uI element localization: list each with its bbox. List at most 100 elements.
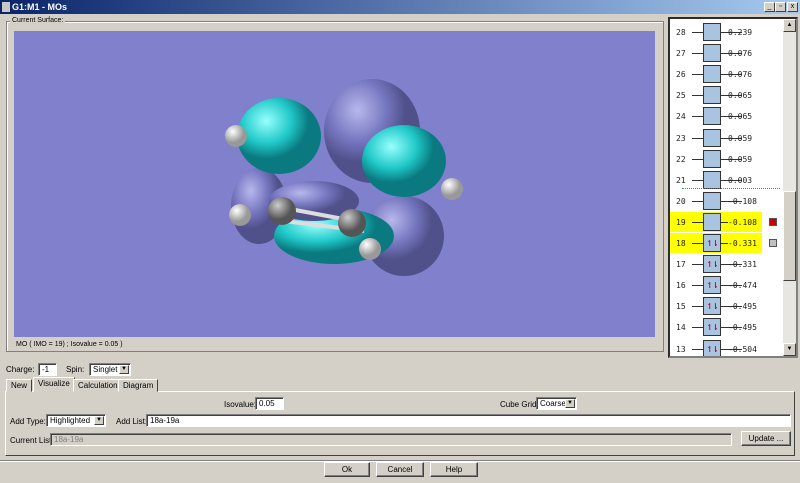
isovalue-input[interactable]: 0.05 (255, 397, 284, 410)
add-type-value: Highlighted (50, 416, 91, 425)
mo-row[interactable]: 26 0.076 (670, 64, 785, 84)
scroll-down-button[interactable]: ▼ (783, 343, 796, 356)
mo-list-scrollbar[interactable]: ▲ ▼ (783, 19, 796, 356)
spin-label: Spin: (66, 365, 85, 374)
divider (0, 460, 800, 461)
orbital-box (703, 191, 721, 210)
charge-input[interactable]: -1 (38, 363, 57, 376)
orbital-box: ↿⇂ (703, 255, 721, 274)
mo-number: 17 (676, 260, 686, 270)
mo-row[interactable]: 25 0.065 (670, 85, 785, 105)
mo-energy: 0.239 (728, 28, 753, 37)
mo-row[interactable]: 16 ↿⇂ -0.474 (670, 275, 785, 295)
mo-row[interactable]: 24 0.065 (670, 106, 785, 126)
mo-energy: -0.495 (728, 323, 757, 333)
scroll-thumb[interactable] (783, 191, 796, 281)
mo-energy: -0.504 (728, 344, 757, 354)
tab-calculation[interactable]: Calculation (73, 379, 123, 392)
cube-grid-value: Coarse (540, 399, 566, 408)
orbital-box (703, 44, 721, 63)
add-type-select[interactable]: Highlighted ▼ (46, 414, 106, 427)
mo-energy: -0.331 (728, 260, 757, 270)
scroll-up-button[interactable]: ▲ (783, 19, 796, 32)
mo-energy: 0.076 (728, 70, 753, 80)
mo-energy: -0.474 (728, 281, 757, 291)
add-type-label: Add Type: (10, 417, 46, 426)
cube-grid-select[interactable]: Coarse ▼ (536, 397, 577, 410)
minimize-button[interactable]: _ (764, 2, 775, 12)
mo-energy: 0.059 (728, 133, 753, 143)
surface-status: MO ( IMO = 19) ; Isovalue = 0.05 ) (16, 341, 123, 348)
maximize-button[interactable]: ▫ (775, 2, 786, 12)
molecule-viewport[interactable] (14, 31, 655, 337)
add-list-label: Add List: (116, 417, 148, 426)
surface-marker[interactable] (769, 239, 777, 247)
mo-energy: 0.003 (728, 175, 753, 185)
mo-energy: 0.065 (728, 112, 753, 122)
mo-row[interactable]: 14 ↿⇂ -0.495 (670, 317, 785, 337)
mo-number: 13 (676, 344, 686, 354)
mo-number: 20 (676, 196, 686, 206)
mo-energy: 0.076 (728, 49, 753, 59)
mo-number: 21 (676, 175, 686, 185)
orbital-box: ↿⇂ (703, 297, 721, 316)
orbital-box: ↿⇂ (703, 318, 721, 337)
current-list-label: Current List: (10, 436, 54, 445)
mo-row[interactable]: 19 -0.108 (670, 211, 777, 232)
mo-number: 16 (676, 281, 686, 291)
cube-grid-label: Cube Grid: (500, 400, 539, 409)
mo-row[interactable]: 23 0.059 (670, 128, 785, 148)
mo-row[interactable]: 22 0.059 (670, 149, 785, 169)
charge-label: Charge: (6, 365, 35, 374)
homo-lumo-divider (682, 188, 780, 189)
ok-button[interactable]: Ok (324, 462, 370, 477)
mo-row[interactable]: 17 ↿⇂ -0.331 (670, 254, 785, 274)
mo-number: 28 (676, 28, 686, 37)
mo-number: 27 (676, 49, 686, 59)
cancel-button[interactable]: Cancel (376, 462, 424, 477)
molecule-orbital-render (225, 79, 463, 276)
tab-visualize[interactable]: Visualize (33, 377, 75, 392)
tab-diagram[interactable]: Diagram (118, 379, 159, 392)
spin-select[interactable]: Singlet ▼ (89, 363, 131, 376)
tab-new[interactable]: New (6, 379, 33, 392)
spin-value: Singlet (93, 365, 118, 374)
mo-row[interactable]: 27 0.076 (670, 43, 785, 63)
surface-marker[interactable] (769, 217, 777, 226)
orbital-box (703, 212, 721, 231)
title-bar: G1:M1 - MOs (0, 0, 800, 14)
mo-row[interactable]: 20 -0.108 (670, 191, 785, 211)
current-list-field: 18a-19a (50, 433, 732, 446)
help-button[interactable]: Help (430, 462, 478, 477)
mo-number: 19 (676, 217, 686, 227)
mo-energy: -0.331 (728, 239, 757, 248)
current-surface-label: Current Surface: (10, 17, 66, 24)
orbital-box (703, 128, 721, 147)
mo-row[interactable]: 21 0.003 (670, 170, 785, 190)
mo-row[interactable]: 18 ↿⇂ -0.331 (670, 233, 777, 253)
orbital-box (703, 23, 721, 41)
orbital-box (703, 107, 721, 126)
mo-row[interactable]: 28 0.239 (670, 22, 785, 42)
orbital-box (703, 86, 721, 105)
mo-number: 22 (676, 154, 686, 164)
orbital-box (703, 170, 721, 189)
chevron-down-icon: ▼ (119, 365, 129, 374)
mo-number: 18 (676, 239, 686, 248)
mo-row[interactable]: 13 ↿⇂ -0.504 (670, 339, 785, 356)
mo-energy: -0.108 (728, 196, 757, 206)
mo-number: 15 (676, 302, 686, 312)
window-title: G1:M1 - MOs (12, 2, 68, 12)
orbital-box: ↿⇂ (703, 339, 721, 356)
chevron-down-icon: ▼ (94, 416, 104, 425)
mo-energy: -0.495 (728, 302, 757, 312)
orbital-box (703, 149, 721, 168)
update-button[interactable]: Update ... (741, 431, 791, 446)
add-list-input[interactable]: 18a-19a (146, 414, 791, 427)
close-button[interactable]: x (787, 2, 798, 12)
orbital-box (703, 65, 721, 84)
mo-list-panel[interactable]: 28 0.239 27 0.076 26 0.076 25 0.065 24 0.065 23 0.0… (668, 17, 798, 358)
isovalue-label: Isovalue: (224, 400, 257, 409)
mo-number: 23 (676, 133, 686, 143)
mo-row[interactable]: 15 ↿⇂ -0.495 (670, 296, 785, 316)
